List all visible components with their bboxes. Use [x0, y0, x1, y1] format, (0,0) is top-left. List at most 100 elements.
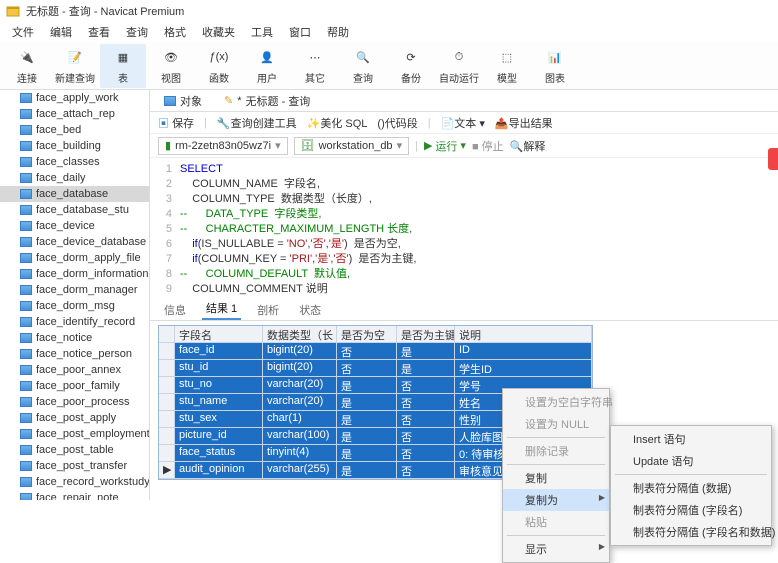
col-head-5[interactable]: 说明 [455, 326, 592, 343]
tb-chart[interactable]: 📊图表 [532, 44, 578, 88]
table-face_repair_note[interactable]: face_repair_note [0, 490, 149, 500]
tab-result1[interactable]: 结果 1 [202, 298, 241, 320]
menu-查询[interactable]: 查询 [120, 22, 154, 42]
table-row[interactable]: face_idbigint(20)否是ID [159, 343, 592, 360]
mi-insert-stmt[interactable]: Insert 语句 [611, 428, 771, 450]
table-icon [20, 333, 32, 343]
mi-tsv-fields[interactable]: 制表符分隔值 (字段名) [611, 499, 771, 521]
mi-paste[interactable]: 粘贴 [503, 511, 609, 533]
table-icon [20, 397, 32, 407]
table-face_post_transfer[interactable]: face_post_transfer [0, 458, 149, 474]
menu-编辑[interactable]: 编辑 [44, 22, 78, 42]
view-icon: 👁 [160, 46, 182, 68]
query-icon: 🔍 [352, 46, 374, 68]
table-face_daily[interactable]: face_daily [0, 170, 149, 186]
table-row[interactable]: stu_idbigint(20)否是学生ID [159, 360, 592, 377]
table-face_notice[interactable]: face_notice [0, 330, 149, 346]
server-combo[interactable]: ▮rm-2zetn83n05wz7i▾ [158, 137, 288, 155]
tab-status[interactable]: 状态 [295, 300, 325, 320]
tab-query[interactable]: ✎ *无标题 - 查询 [216, 91, 318, 111]
tb-conn[interactable]: 🔌连接 [4, 44, 50, 88]
tb-backup[interactable]: ⟳备份 [388, 44, 434, 88]
query-toolbar: ▣ 保存 | 🔧查询创建工具 ✨美化 SQL ()代码段 | 📄文本 ▾ 📤导出… [150, 112, 778, 134]
tb-tbl[interactable]: ▦表 [100, 44, 146, 88]
col-head-1[interactable]: 字段名 [175, 326, 263, 343]
menu-帮助[interactable]: 帮助 [321, 22, 355, 42]
beautify-button[interactable]: ✨美化 SQL [307, 115, 368, 131]
mi-tsv-both[interactable]: 制表符分隔值 (字段名和数据) [611, 521, 771, 543]
mi-delete[interactable]: 删除记录 [503, 440, 609, 462]
menu-收藏夹[interactable]: 收藏夹 [196, 22, 241, 42]
col-head-2[interactable]: 数据类型（长 [263, 326, 337, 343]
table-face_attach_rep[interactable]: face_attach_rep [0, 106, 149, 122]
sidebar-tables[interactable]: face_apply_workface_attach_repface_bedfa… [0, 90, 150, 500]
app-icon [6, 4, 20, 18]
table-face_bed[interactable]: face_bed [0, 122, 149, 138]
save-button[interactable]: ▣ 保存 [158, 115, 194, 131]
table-face_apply_work[interactable]: face_apply_work [0, 90, 149, 106]
table-face_poor_annex[interactable]: face_poor_annex [0, 362, 149, 378]
table-face_record_workstudy[interactable]: face_record_workstudy [0, 474, 149, 490]
table-face_dorm_manager[interactable]: face_dorm_manager [0, 282, 149, 298]
export-button[interactable]: 📤导出结果 [495, 115, 553, 131]
table-icon [20, 301, 32, 311]
table-face_classes[interactable]: face_classes [0, 154, 149, 170]
tb-view[interactable]: 👁视图 [148, 44, 194, 88]
db-combo[interactable]: 🗄workstation_db▾ [294, 137, 410, 155]
table-face_poor_family[interactable]: face_poor_family [0, 378, 149, 394]
mi-set-null[interactable]: 设置为 NULL [503, 413, 609, 435]
mi-copy[interactable]: 复制 [503, 467, 609, 489]
table-face_poor_process[interactable]: face_poor_process [0, 394, 149, 410]
menu-文件[interactable]: 文件 [6, 22, 40, 42]
mi-set-blank[interactable]: 设置为空白字符串 [503, 391, 609, 413]
col-head-3[interactable]: 是否为空 [337, 326, 397, 343]
sql-editor[interactable]: 1SELECT2 COLUMN_NAME 字段名,3 COLUMN_TYPE 数… [150, 158, 778, 301]
tb-model[interactable]: ⬚模型 [484, 44, 530, 88]
table-face_dorm_msg[interactable]: face_dorm_msg [0, 298, 149, 314]
col-head-0[interactable] [159, 326, 175, 343]
menu-查看[interactable]: 查看 [82, 22, 116, 42]
table-face_database[interactable]: face_database [0, 186, 149, 202]
table-face_dorm_information[interactable]: face_dorm_information [0, 266, 149, 282]
table-icon [20, 413, 32, 423]
mi-tsv-data[interactable]: 制表符分隔值 (数据) [611, 477, 771, 499]
tb-newq[interactable]: 📝新建查询 [52, 44, 98, 88]
tbl-icon: ▦ [112, 46, 134, 68]
auto-icon: ⏱ [448, 46, 470, 68]
tab-objects[interactable]: 对象 [156, 91, 210, 111]
table-face_notice_person[interactable]: face_notice_person [0, 346, 149, 362]
tab-profile[interactable]: 剖析 [253, 300, 283, 320]
table-face_device_database[interactable]: face_device_database [0, 234, 149, 250]
table-face_post_employment[interactable]: face_post_employment [0, 426, 149, 442]
user-icon: 👤 [256, 46, 278, 68]
text-button[interactable]: 📄文本 ▾ [441, 115, 485, 131]
menu-窗口[interactable]: 窗口 [283, 22, 317, 42]
mi-update-stmt[interactable]: Update 语句 [611, 450, 771, 472]
tab-info[interactable]: 信息 [160, 300, 190, 320]
context-submenu[interactable]: Insert 语句 Update 语句 制表符分隔值 (数据) 制表符分隔值 (… [610, 425, 772, 546]
table-face_dorm_apply_file[interactable]: face_dorm_apply_file [0, 250, 149, 266]
builder-button[interactable]: 🔧查询创建工具 [217, 115, 297, 131]
table-face_post_table[interactable]: face_post_table [0, 442, 149, 458]
tb-query[interactable]: 🔍查询 [340, 44, 386, 88]
col-head-4[interactable]: 是否为主键 [397, 326, 455, 343]
menu-工具[interactable]: 工具 [245, 22, 279, 42]
table-face_identify_record[interactable]: face_identify_record [0, 314, 149, 330]
tb-auto[interactable]: ⏱自动运行 [436, 44, 482, 88]
snippet-button[interactable]: ()代码段 [377, 115, 417, 131]
context-menu[interactable]: 设置为空白字符串 设置为 NULL 删除记录 复制 复制为 粘贴 显示 [502, 388, 610, 563]
table-face_device[interactable]: face_device [0, 218, 149, 234]
table-face_post_apply[interactable]: face_post_apply [0, 410, 149, 426]
table-face_building[interactable]: face_building [0, 138, 149, 154]
table-face_database_stu[interactable]: face_database_stu [0, 202, 149, 218]
mi-copy-as[interactable]: 复制为 [503, 489, 609, 511]
tb-user[interactable]: 👤用户 [244, 44, 290, 88]
run-button[interactable]: ▶ 运行 ▾ [424, 138, 466, 154]
menu-格式[interactable]: 格式 [158, 22, 192, 42]
table-icon [164, 96, 176, 106]
tb-other[interactable]: ⋯其它 [292, 44, 338, 88]
table-icon [20, 429, 32, 439]
explain-button[interactable]: 🔍解释 [510, 138, 546, 154]
tb-func[interactable]: ƒ(x)函数 [196, 44, 242, 88]
mi-display[interactable]: 显示 [503, 538, 609, 560]
